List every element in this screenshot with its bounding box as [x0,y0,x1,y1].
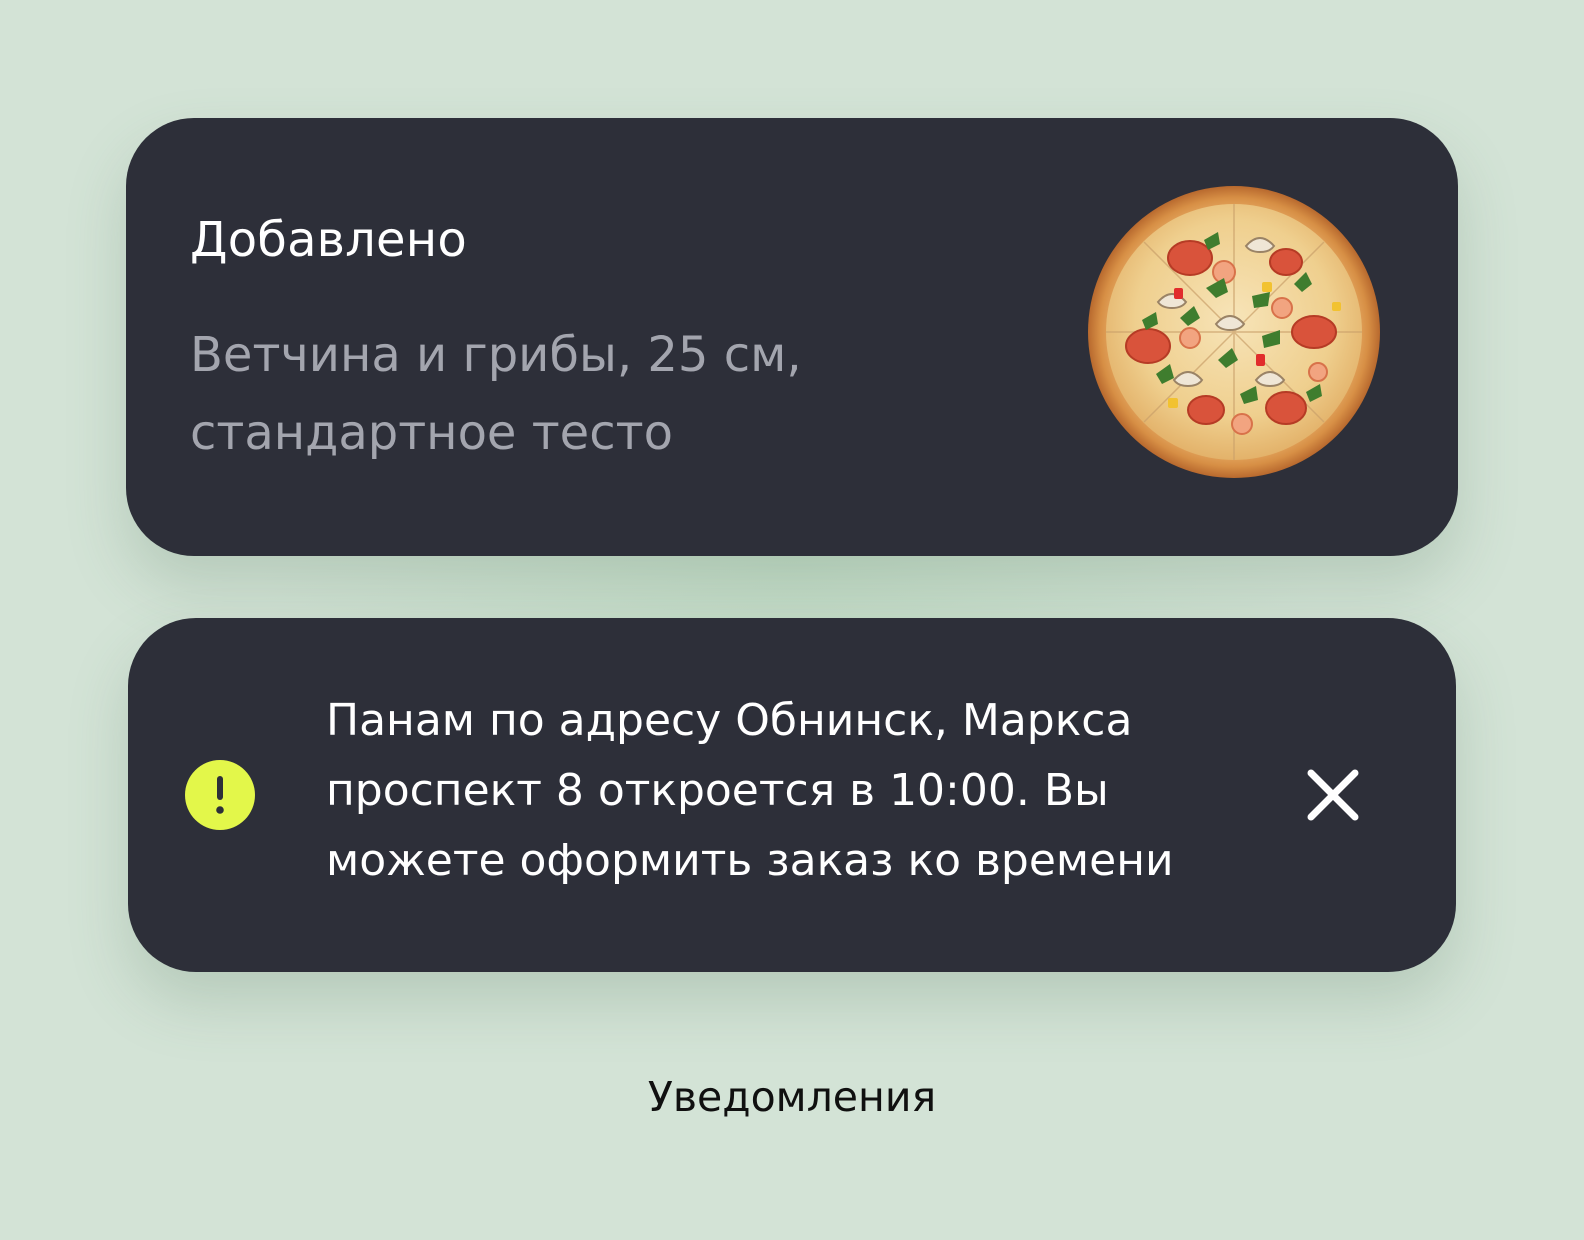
pizza-image [1088,186,1380,478]
toast-message: Панам по адресу Обнинск, Маркса проспект… [326,695,1174,886]
exclamation-icon [185,760,255,830]
store-hours-toast: Панам по адресу Обнинск, Маркса проспект… [128,618,1456,972]
close-icon[interactable] [1294,756,1372,834]
added-to-cart-toast[interactable]: Добавлено Ветчина и грибы, 25 см, станда… [126,118,1458,556]
toast-product-description: Ветчина и грибы, 25 см, стандартное тест… [190,327,802,461]
caption: Уведомления [647,1073,937,1121]
toast-title: Добавлено [190,212,467,268]
